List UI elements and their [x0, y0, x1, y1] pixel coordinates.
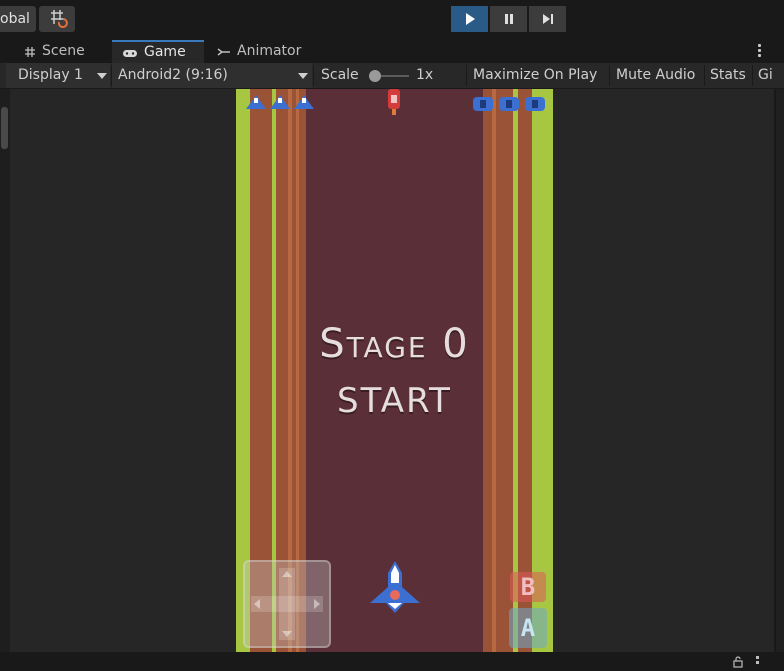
chevron-down-icon: [97, 73, 107, 79]
life-ship-icon: [270, 95, 290, 109]
gamepad-icon: [123, 49, 137, 57]
global-toggle-button[interactable]: obal: [0, 6, 36, 32]
scale-label: Scale: [321, 67, 359, 83]
grass-right: [532, 89, 553, 652]
scale-slider[interactable]: [369, 70, 409, 82]
tab-game[interactable]: Game: [112, 40, 204, 63]
road-stripe: [492, 89, 496, 652]
b-button-label: B: [520, 573, 536, 601]
main-toolbar: obal: [0, 0, 784, 40]
dpad-arrows-icon: [251, 568, 323, 640]
chevron-down-icon: [298, 73, 308, 79]
tab-animator[interactable]: Animator: [207, 40, 311, 63]
play-button[interactable]: [451, 6, 488, 32]
status-bar: [0, 652, 784, 671]
tab-game-label: Game: [144, 44, 186, 60]
play-icon: [465, 13, 475, 25]
right-panel-edge: [776, 89, 784, 652]
a-button-label: A: [520, 614, 536, 642]
life-ship-icon: [294, 95, 314, 109]
aspect-value: Android2 (9:16): [118, 67, 228, 83]
lives-display: [246, 95, 314, 109]
life-ship-icon: [246, 95, 266, 109]
grid-snap-icon: [51, 10, 68, 28]
aspect-dropdown[interactable]: Android2 (9:16): [112, 63, 312, 88]
step-icon: [542, 14, 553, 24]
animator-icon: [217, 47, 230, 56]
enemy-ship-icon: [388, 89, 400, 115]
bomb-icon: [499, 97, 519, 111]
player-ship-icon: [370, 561, 420, 613]
more-options-icon[interactable]: [756, 656, 759, 664]
pause-icon: [504, 14, 513, 24]
display-value: Display 1: [18, 67, 83, 83]
stats-toggle[interactable]: Stats: [710, 63, 746, 88]
scale-slider-thumb[interactable]: [369, 70, 381, 82]
game-view-toolbar: Display 1 Android2 (9:16) Scale 1x Maxim…: [0, 63, 784, 89]
dpad-control[interactable]: [243, 560, 331, 648]
view-tab-bar: Scene Game Animator: [0, 40, 784, 63]
game-screen[interactable]: Stage 0 START B A: [236, 89, 553, 652]
hash-icon: [25, 46, 35, 57]
mute-audio-toggle[interactable]: Mute Audio: [616, 63, 695, 88]
tab-menu-icon[interactable]: [758, 44, 762, 58]
tab-animator-label: Animator: [237, 43, 302, 59]
tab-scene-label: Scene: [42, 43, 85, 59]
lock-icon[interactable]: [732, 656, 744, 668]
stage-subtitle: START: [337, 381, 452, 421]
pause-button[interactable]: [490, 6, 527, 32]
bombs-display: [473, 97, 545, 111]
maximize-on-play-toggle[interactable]: Maximize On Play: [473, 63, 597, 88]
display-dropdown[interactable]: Display 1: [6, 63, 110, 88]
step-button[interactable]: [529, 6, 566, 32]
gizmos-dropdown[interactable]: Gi: [758, 63, 773, 88]
a-button[interactable]: A: [509, 608, 547, 648]
bomb-icon: [473, 97, 493, 111]
b-button[interactable]: B: [510, 572, 546, 602]
dirt-strip-right: [483, 89, 513, 652]
stage-title: Stage 0: [319, 321, 470, 367]
grid-snap-button[interactable]: [39, 6, 75, 32]
scale-value: 1x: [416, 67, 434, 83]
bomb-icon: [525, 97, 545, 111]
tab-scene[interactable]: Scene: [14, 40, 95, 63]
vertical-scrollbar[interactable]: [0, 89, 10, 652]
